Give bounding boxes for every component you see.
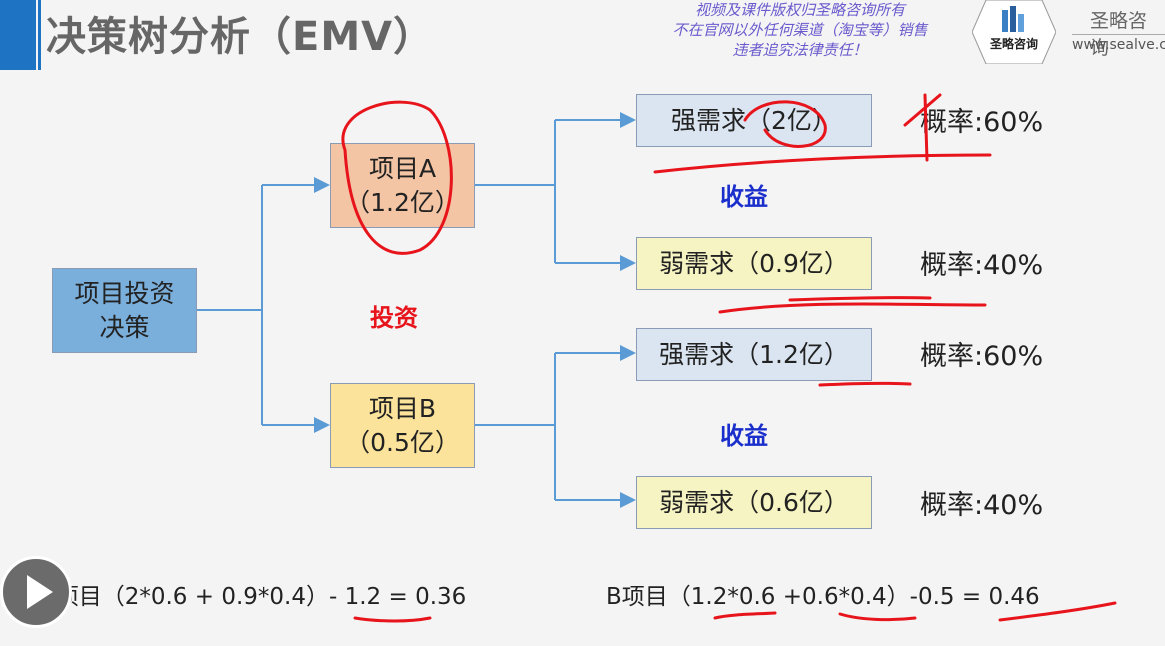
gain-label: 收益: [720, 422, 768, 450]
b-weak-node: 弱需求（0.6亿）: [636, 476, 872, 529]
gain-label: 收益: [720, 183, 768, 211]
a-weak-node: 弱需求（0.9亿）: [636, 237, 872, 290]
probability-label: 概率:40%: [920, 490, 1044, 521]
invest-label: 投资: [370, 304, 418, 332]
formula-a: A项目（2*0.6 + 0.9*0.4）- 1.2 = 0.36: [40, 584, 467, 610]
play-icon: [27, 575, 53, 609]
probability-label: 概率:40%: [920, 250, 1044, 281]
probability-label: 概率:60%: [920, 107, 1044, 138]
project-a-node: 项目A （1.2亿）: [330, 143, 475, 228]
connector-a: [474, 120, 556, 263]
connector-b: [474, 353, 556, 500]
b-strong-node: 强需求（1.2亿）: [636, 328, 872, 381]
play-button[interactable]: [0, 556, 72, 628]
connector-root: [196, 185, 263, 425]
formula-b: B项目（1.2*0.6 +0.6*0.4）-0.5 = 0.46: [606, 584, 1040, 610]
a-strong-node: 强需求（2亿）: [636, 94, 872, 147]
project-b-node: 项目B （0.5亿）: [330, 383, 475, 468]
probability-label: 概率:60%: [920, 341, 1044, 372]
root-node: 项目投资 决策: [52, 268, 197, 353]
